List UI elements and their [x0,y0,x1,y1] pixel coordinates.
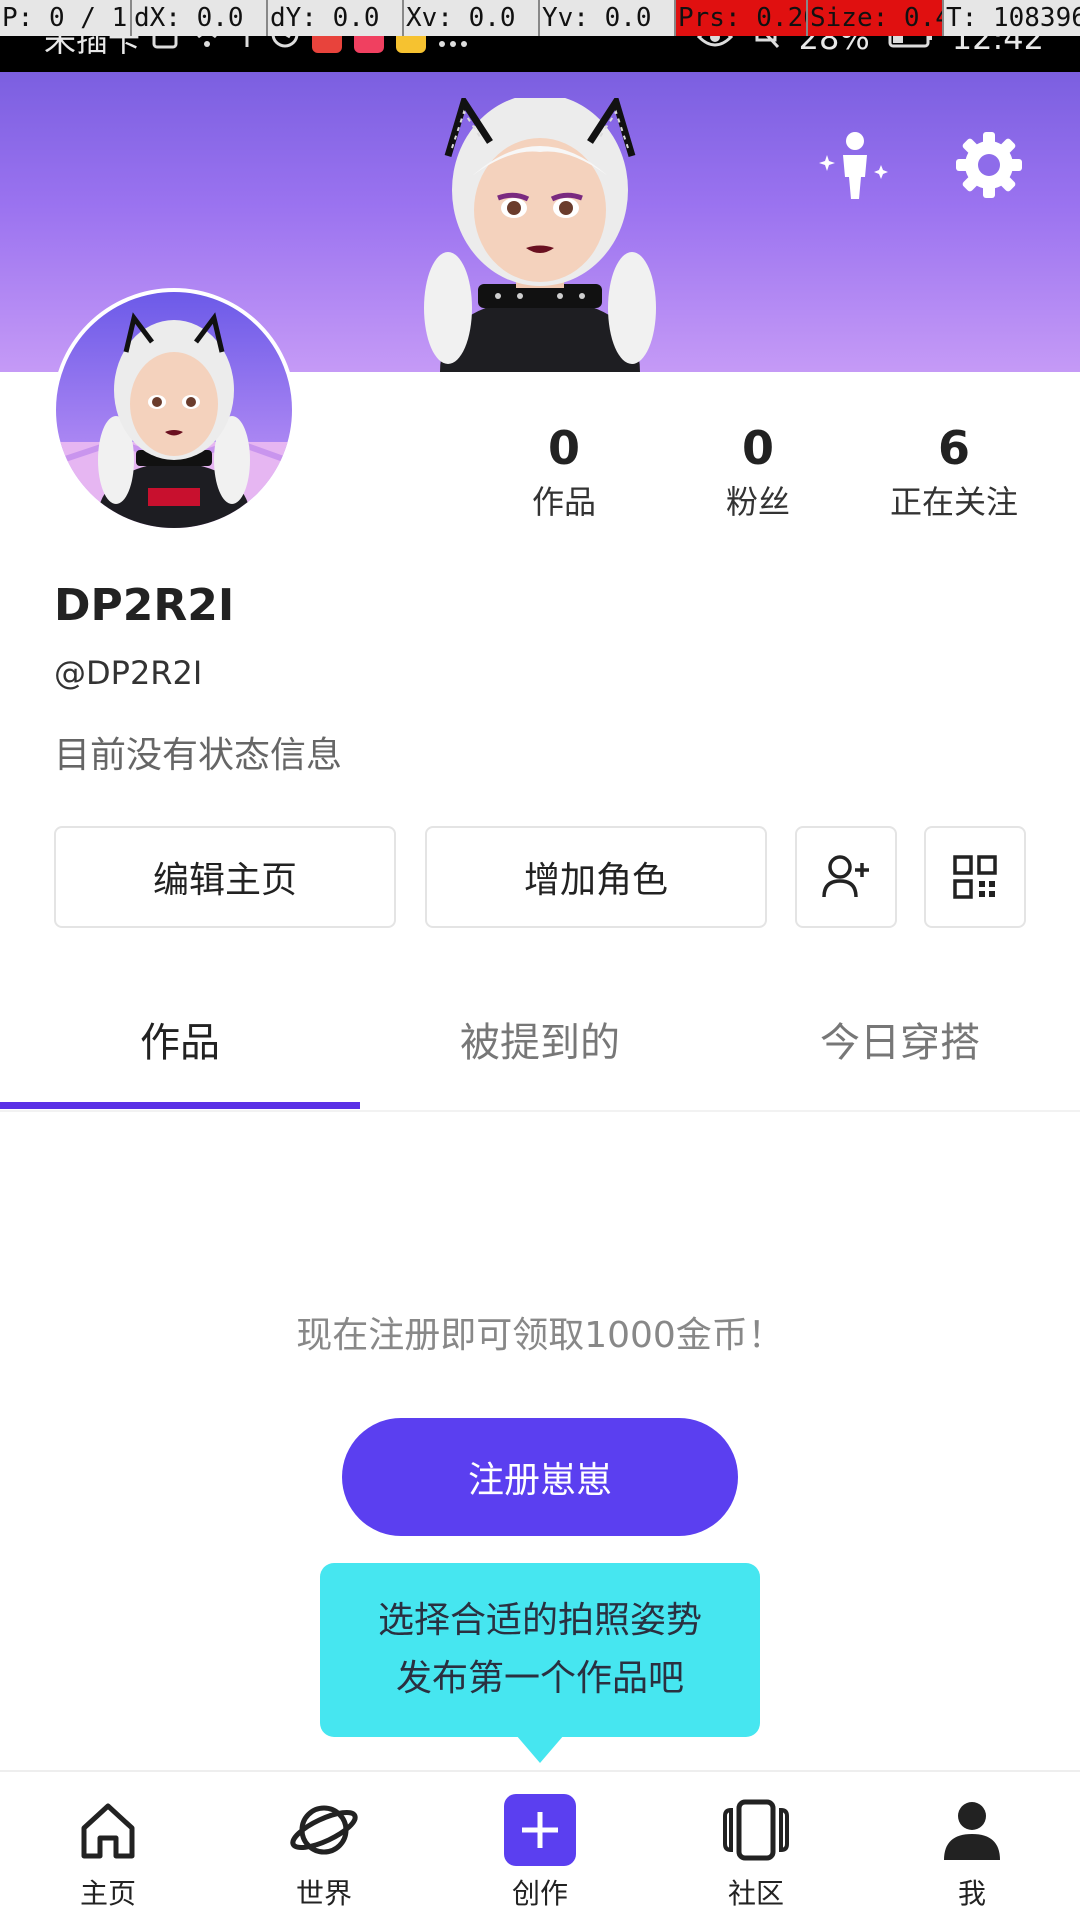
tooltip-line-2: 发布第一个作品吧 [395,1658,684,1699]
cards-icon [723,1799,789,1861]
stat-followers[interactable]: 0 粉丝 [668,418,848,524]
debug-size: Size: 0.40 [808,0,944,36]
create-tooltip: 选择合适的拍照姿势 发布第一个作品吧 [320,1563,760,1737]
qr-code-icon [953,855,997,899]
avatar-image [56,312,292,528]
followers-count: 0 [741,421,774,475]
tab-todays-outfit[interactable]: 今日穿搭 [720,1010,1080,1068]
edit-profile-button[interactable]: 编辑主页 [54,826,396,928]
add-user-icon [822,855,869,898]
followers-label: 粉丝 [725,483,790,521]
nav-create-label: 创作 [511,1877,568,1910]
profile-bio: 目前没有状态信息 [54,735,343,776]
debug-pressure: Prs: 0.20 [676,0,808,36]
gear-icon [956,132,1022,198]
avatar-character-image [424,98,656,372]
pointer-debug-overlay: P: 0 / 1 dX: 0.0 dY: 0.0 Xv: 0.0 Yv: 0.0… [0,0,1080,36]
nav-me-label: 我 [957,1877,986,1910]
stat-works[interactable]: 0 作品 [474,418,654,524]
debug-xv: Xv: 0.0 [404,0,540,36]
nav-community-label: 社区 [727,1877,784,1910]
planet-icon [290,1805,358,1855]
settings-button[interactable] [944,120,1034,210]
nav-create[interactable]: 创作 [432,1772,648,1920]
plus-icon [522,1812,558,1848]
home-icon [81,1803,135,1859]
tooltip-line-1: 选择合适的拍照姿势 [377,1600,702,1641]
nav-home-label: 主页 [79,1877,136,1910]
avatar-pose-button[interactable] [810,120,900,210]
following-label: 正在关注 [889,483,1018,521]
signup-promo-text: 现在注册即可领取1000金币！ [296,1315,784,1356]
profile-screen: 未插卡 28% 12:42 P: 0 / 1 dX: 0.0 dY: 0.0 X… [0,0,1080,1920]
nav-me[interactable]: 我 [864,1772,1080,1920]
nav-home[interactable]: 主页 [0,1772,216,1920]
debug-time: T: 108396 [944,0,1080,36]
tab-works[interactable]: 作品 [0,1010,360,1068]
create-button-box [504,1794,576,1866]
debug-dx: dX: 0.0 [132,0,268,36]
edit-profile-label: 编辑主页 [152,860,297,901]
tab-active-indicator [0,1102,360,1109]
tooltip-arrow [516,1735,564,1763]
tab-divider [0,1110,1080,1112]
qr-code-button[interactable] [924,826,1026,928]
debug-yv: Yv: 0.0 [540,0,676,36]
tab-mentioned[interactable]: 被提到的 [360,1010,720,1068]
profile-handle: @DP2R2I [54,654,203,692]
debug-pointer: P: 0 / 1 [0,0,132,36]
avatar-pose-icon [819,132,888,199]
add-role-button[interactable]: 增加角色 [425,826,767,928]
profile-name: DP2R2I [54,580,235,631]
status-bar: 未插卡 28% 12:42 P: 0 / 1 dX: 0.0 dY: 0.0 X… [0,0,1080,72]
add-friend-button[interactable] [795,826,897,928]
bottom-navigation: 主页 世界 创作 社区 我 [0,1770,1080,1920]
profile-avatar[interactable] [52,288,296,532]
add-role-label: 增加角色 [523,860,668,901]
debug-dy: dY: 0.0 [268,0,404,36]
stat-following[interactable]: 6 正在关注 [864,418,1044,524]
works-label: 作品 [531,483,596,521]
following-count: 6 [937,421,970,475]
register-label: 注册崽崽 [467,1460,612,1501]
nav-world[interactable]: 世界 [216,1772,432,1920]
works-count: 0 [547,421,580,475]
nav-community[interactable]: 社区 [648,1772,864,1920]
person-icon [944,1802,1000,1860]
nav-world-label: 世界 [295,1877,352,1910]
register-button[interactable]: 注册崽崽 [342,1418,738,1536]
